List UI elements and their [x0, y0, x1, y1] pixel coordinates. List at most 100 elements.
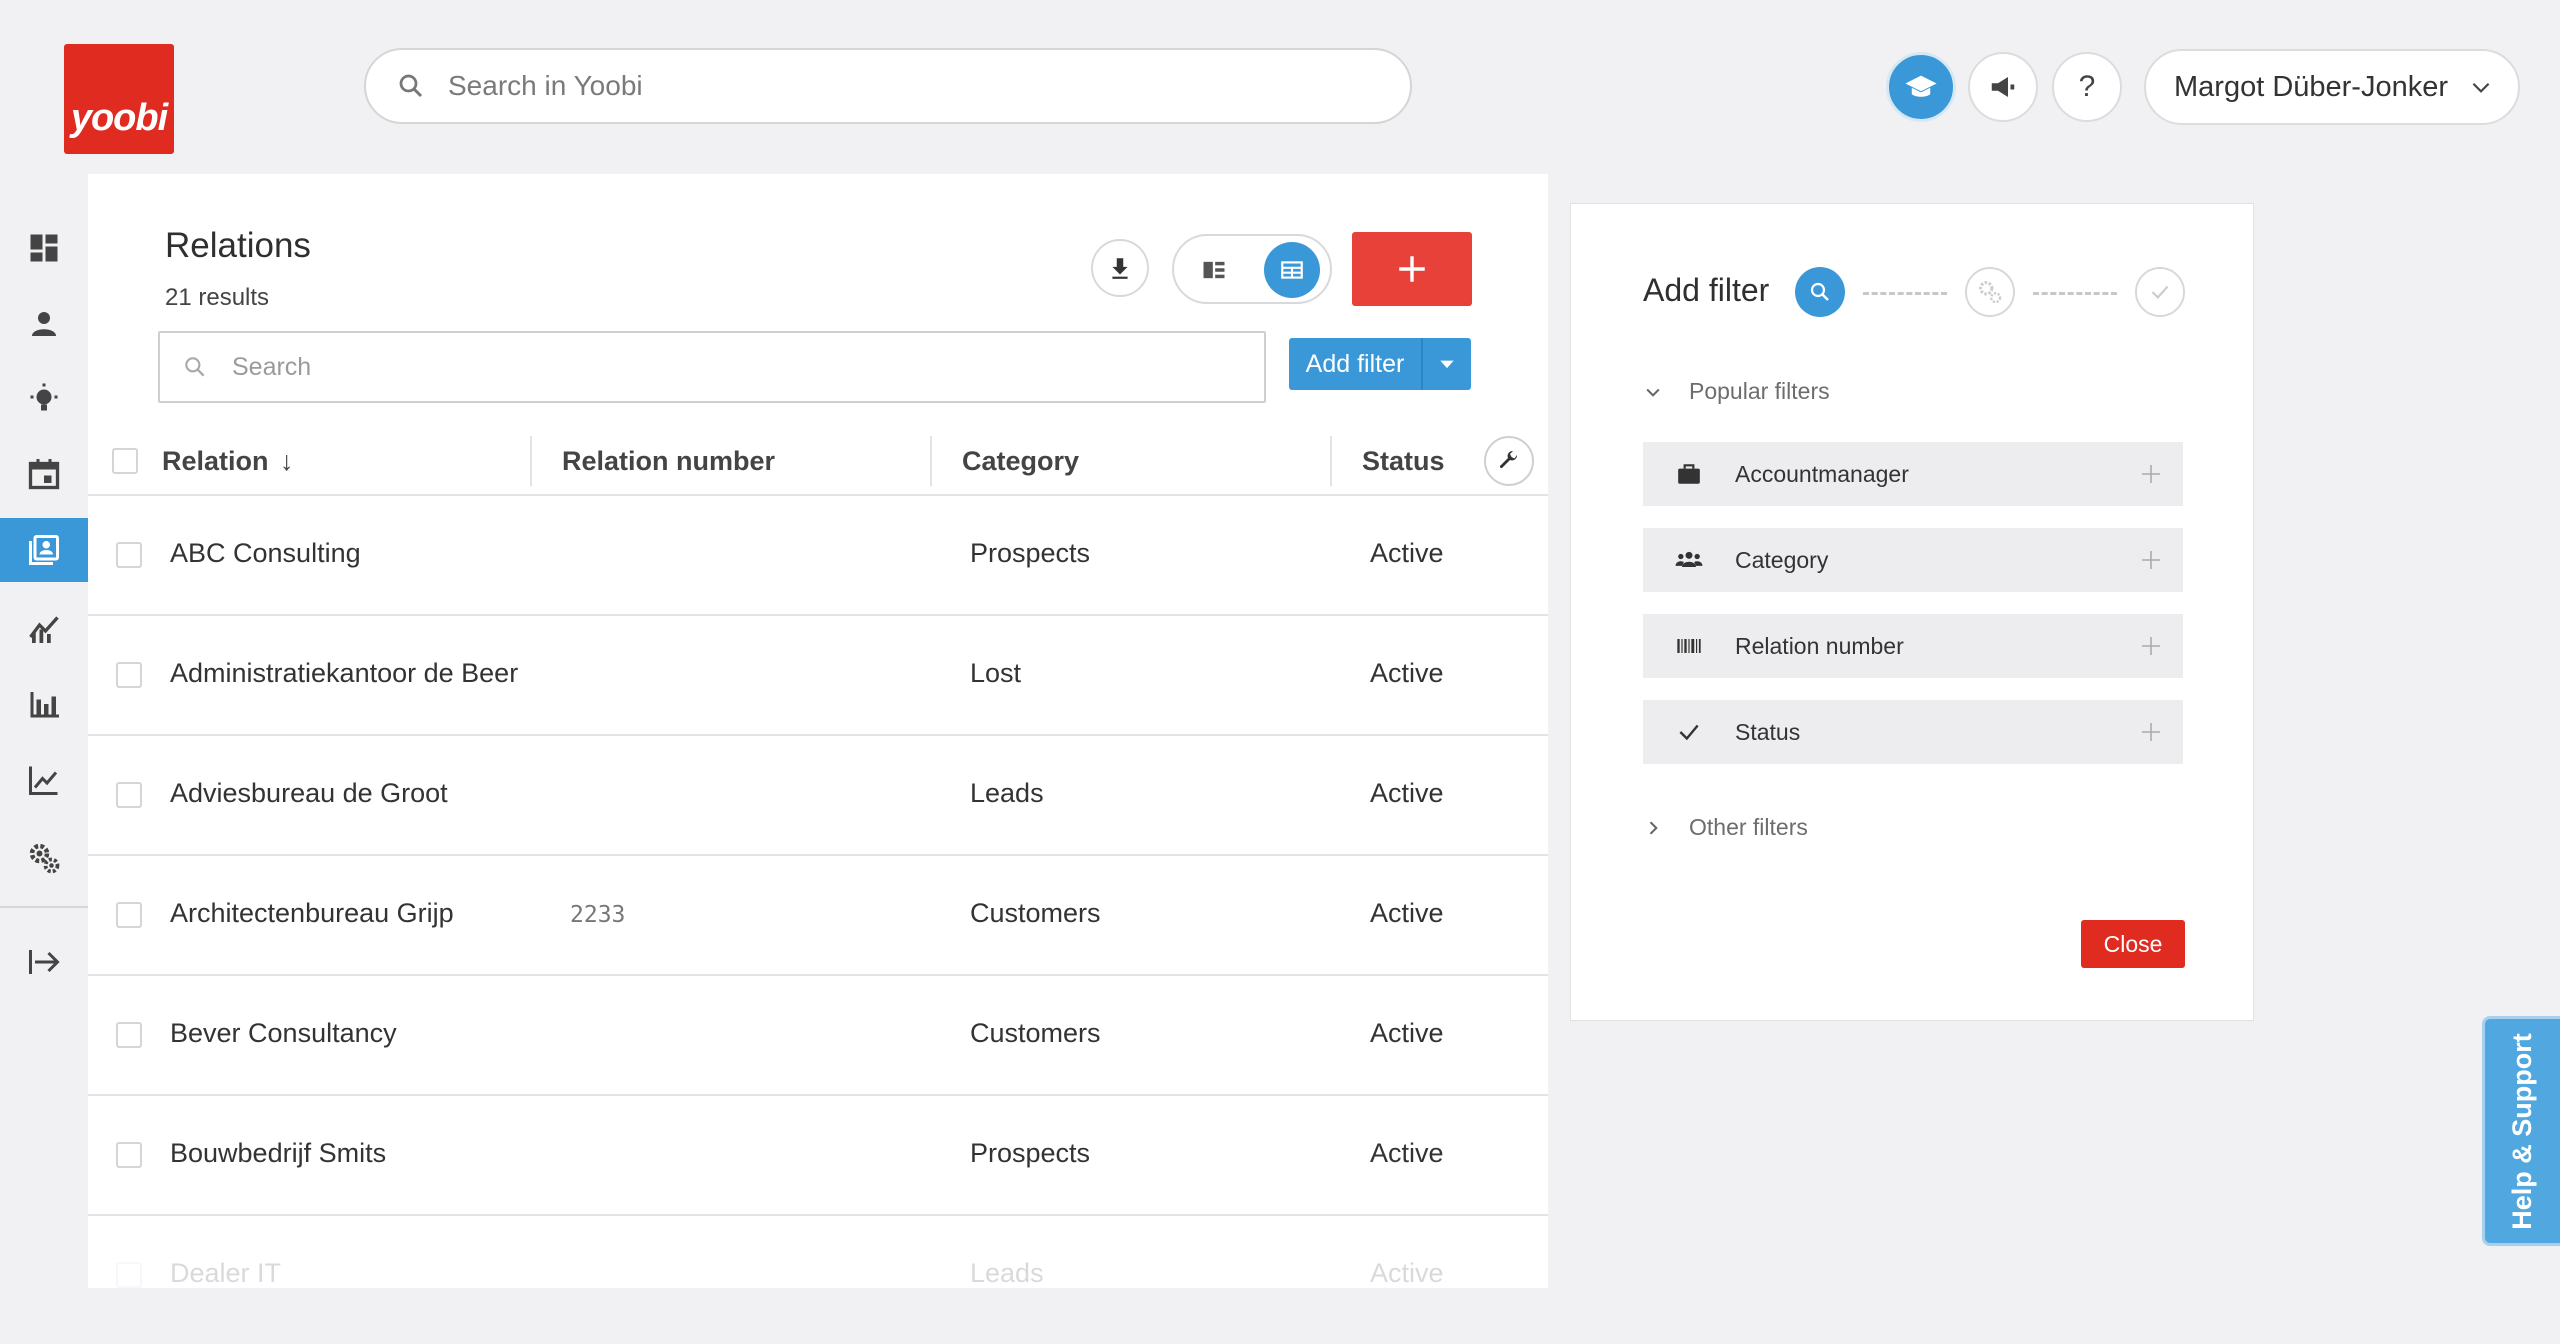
logo-text: yoobi — [70, 97, 168, 139]
other-filters-label: Other filters — [1689, 814, 1808, 840]
row-checkbox[interactable] — [116, 1262, 142, 1288]
relations-search-input[interactable]: Search — [158, 331, 1266, 403]
caret-down-icon — [1440, 360, 1454, 369]
relation-name[interactable]: Adviesbureau de Groot — [170, 778, 448, 809]
relation-name[interactable]: Bever Consultancy — [170, 1018, 397, 1049]
row-checkbox[interactable] — [116, 542, 142, 568]
search-icon — [1810, 282, 1829, 301]
step-configure — [1965, 267, 2015, 317]
column-settings-button[interactable] — [1484, 436, 1534, 486]
sidebar-divider — [0, 906, 88, 908]
add-filter-dropdown[interactable] — [1421, 338, 1471, 390]
question-icon: ? — [2078, 70, 2096, 103]
dashboard-icon[interactable] — [26, 230, 62, 266]
global-search-placeholder: Search in Yoobi — [448, 70, 643, 101]
column-separator — [930, 436, 932, 486]
filter-item-accountmanager[interactable]: Accountmanager — [1643, 442, 2183, 506]
academy-button[interactable] — [1886, 52, 1956, 122]
lightbulb-icon[interactable] — [26, 382, 62, 418]
person-icon[interactable] — [26, 306, 62, 342]
table-row[interactable]: Bouwbedrijf Smits Prospects Active — [88, 1096, 1548, 1216]
add-relation-button[interactable] — [1352, 232, 1472, 306]
check-icon — [1675, 718, 1703, 746]
plus-icon[interactable] — [2139, 634, 2163, 658]
line-chart-icon[interactable] — [26, 762, 62, 798]
barcode-icon — [1675, 632, 1703, 660]
announcements-button[interactable] — [1968, 52, 2038, 122]
settings-icon[interactable] — [26, 840, 62, 876]
view-toggle[interactable] — [1172, 234, 1332, 304]
table-view-icon — [1281, 261, 1303, 279]
global-search-input[interactable]: Search in Yoobi — [364, 48, 1412, 124]
relation-category: Customers — [970, 1018, 1101, 1048]
add-filter-button[interactable]: Add filter — [1289, 338, 1471, 390]
relation-name[interactable]: Dealer IT — [170, 1258, 281, 1288]
relations-card: Relations 21 results Search Add filter R… — [88, 174, 1548, 1288]
filter-item-label: Accountmanager — [1735, 460, 1909, 487]
plus-icon — [1399, 256, 1425, 282]
trend-icon[interactable] — [26, 610, 62, 646]
plus-icon[interactable] — [2139, 462, 2163, 486]
row-checkbox[interactable] — [116, 1142, 142, 1168]
column-status[interactable]: Status — [1362, 446, 1445, 477]
chevron-right-icon — [1649, 820, 1658, 835]
table-row[interactable]: Bever Consultancy Customers Active — [88, 976, 1548, 1096]
people-icon — [1675, 546, 1703, 574]
plus-icon[interactable] — [2139, 548, 2163, 572]
search-icon — [185, 357, 205, 377]
table-row[interactable]: Architectenbureau Grijp 2233 Customers A… — [88, 856, 1548, 976]
relation-name[interactable]: Architectenbureau Grijp — [170, 898, 454, 929]
calendar-icon[interactable] — [26, 456, 62, 492]
filter-item-label: Relation number — [1735, 632, 1904, 659]
row-checkbox[interactable] — [116, 1022, 142, 1048]
logout-icon[interactable] — [26, 944, 62, 980]
step-connector — [2033, 292, 2117, 295]
filter-item-label: Category — [1735, 546, 1829, 573]
table-row[interactable]: Administratiekantoor de Beer Lost Active — [88, 616, 1548, 736]
academy-icon — [1905, 75, 1937, 97]
help-support-tab[interactable]: Help & Support — [2482, 1016, 2560, 1246]
bar-chart-icon[interactable] — [26, 686, 62, 722]
select-all-checkbox[interactable] — [112, 448, 138, 474]
table-header: Relation ↓ Relation number Category Stat… — [88, 428, 1548, 496]
relation-status: Active — [1370, 658, 1444, 688]
other-filters-toggle[interactable]: Other filters — [1643, 814, 1808, 841]
add-filter-panel: Add filter Popular filters Accountmanage… — [1570, 203, 2254, 1021]
row-checkbox[interactable] — [116, 662, 142, 688]
relation-name[interactable]: ABC Consulting — [170, 538, 361, 569]
chevron-down-icon — [2472, 82, 2490, 93]
chevron-down-icon — [1646, 388, 1660, 397]
filter-item-relation-number[interactable]: Relation number — [1643, 614, 2183, 678]
step-search — [1795, 267, 1845, 317]
table-row[interactable]: ABC Consulting Prospects Active — [88, 496, 1548, 616]
add-filter-label[interactable]: Add filter — [1289, 338, 1421, 390]
cogs-icon — [1979, 281, 2002, 304]
table-row[interactable]: Dealer IT Leads Active — [88, 1216, 1548, 1288]
yoobi-logo[interactable]: yoobi — [64, 44, 174, 154]
card-view-icon[interactable] — [1200, 256, 1228, 284]
close-button[interactable]: Close — [2081, 920, 2185, 968]
column-relation[interactable]: Relation ↓ — [162, 446, 294, 477]
search-icon — [399, 74, 423, 98]
announcement-icon — [1991, 77, 2015, 97]
download-button[interactable] — [1091, 239, 1149, 297]
relation-category: Prospects — [970, 538, 1091, 568]
user-menu[interactable]: Margot Düber-Jonker — [2144, 49, 2520, 125]
help-button[interactable]: ? — [2052, 52, 2122, 122]
relation-status: Active — [1370, 538, 1444, 568]
popular-filters-toggle[interactable]: Popular filters — [1643, 378, 1830, 405]
relation-category: Leads — [970, 778, 1044, 808]
row-checkbox[interactable] — [116, 782, 142, 808]
filter-item-category[interactable]: Category — [1643, 528, 2183, 592]
filter-item-status[interactable]: Status — [1643, 700, 2183, 764]
check-icon — [2151, 285, 2169, 299]
column-category[interactable]: Category — [962, 446, 1079, 477]
plus-icon[interactable] — [2139, 720, 2163, 744]
row-checkbox[interactable] — [116, 902, 142, 928]
relation-name[interactable]: Bouwbedrijf Smits — [170, 1138, 386, 1169]
table-view-button[interactable] — [1264, 242, 1320, 298]
column-relation-number[interactable]: Relation number — [562, 446, 775, 477]
table-row[interactable]: Adviesbureau de Groot Leads Active — [88, 736, 1548, 856]
relations-icon[interactable] — [26, 532, 62, 568]
relation-name[interactable]: Administratiekantoor de Beer — [170, 658, 518, 689]
